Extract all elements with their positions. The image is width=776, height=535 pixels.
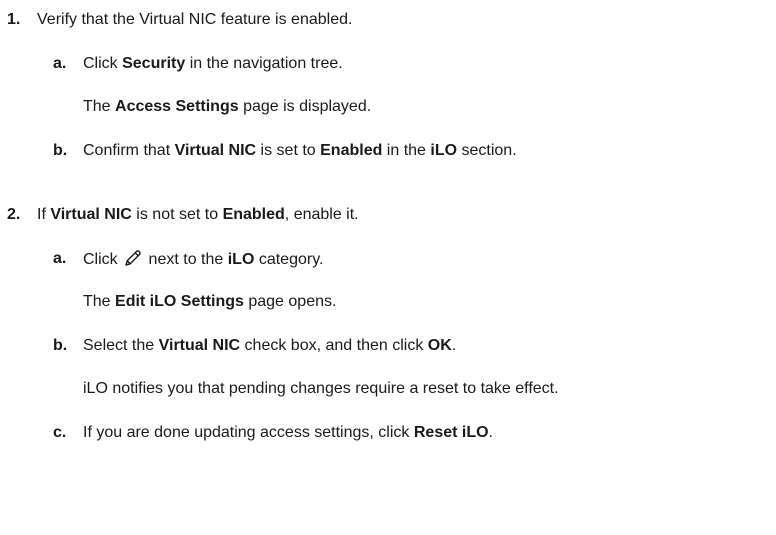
procedure-document: 1. Verify that the Virtual NIC feature i… bbox=[0, 0, 776, 535]
step-1-number: 1. bbox=[7, 11, 21, 28]
step-2a-text: Click next to the iLO category. bbox=[83, 249, 324, 268]
step-2b-result: iLO notifies you that pending changes re… bbox=[83, 380, 559, 397]
step-1b-text: Confirm that Virtual NIC is set to Enabl… bbox=[83, 142, 517, 159]
step-1a-result: The Access Settings page is displayed. bbox=[83, 98, 372, 115]
step-1a-letter: a. bbox=[53, 55, 67, 72]
step-1a-text: Click Security in the navigation tree. bbox=[83, 55, 343, 72]
step-2b-text: Select the Virtual NIC check box, and th… bbox=[83, 337, 457, 354]
step-1b-letter: b. bbox=[53, 142, 68, 159]
step-1-text: Verify that the Virtual NIC feature is e… bbox=[37, 11, 353, 28]
step-2-text: If Virtual NIC is not set to Enabled, en… bbox=[37, 206, 359, 223]
step-2a-result: The Edit iLO Settings page opens. bbox=[83, 293, 337, 310]
step-2-number: 2. bbox=[7, 206, 21, 223]
step-2c-text: If you are done updating access settings… bbox=[83, 424, 493, 441]
step-2c-letter: c. bbox=[53, 424, 67, 441]
security-term: Security bbox=[122, 55, 186, 72]
access-settings-term: Access Settings bbox=[115, 98, 239, 115]
pencil-edit-icon bbox=[124, 249, 142, 267]
step-2a-letter: a. bbox=[53, 250, 67, 267]
step-2b-letter: b. bbox=[53, 337, 68, 354]
